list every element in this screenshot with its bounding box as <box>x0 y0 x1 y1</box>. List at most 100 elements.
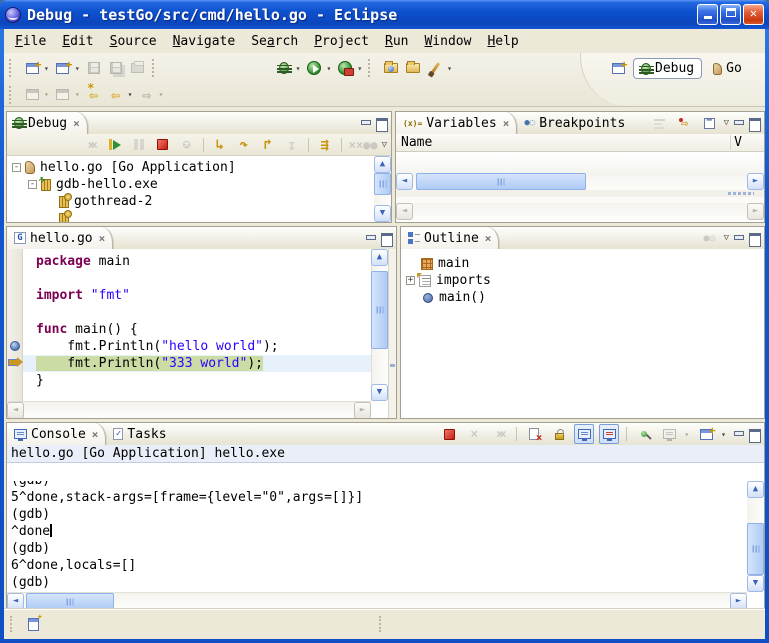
external-tools-dropdown[interactable] <box>357 64 362 73</box>
expand-icon[interactable]: + <box>406 276 415 285</box>
console-line[interactable]: 5^done,stack-args=[frame={level="0",args… <box>11 489 747 506</box>
scroll-right-icon[interactable]: ► <box>747 173 764 190</box>
pin-console-button[interactable] <box>634 424 654 444</box>
variables-h-scrollbar[interactable]: ◄ ► <box>396 173 764 190</box>
outline-minimize-button[interactable] <box>732 233 745 244</box>
code-line[interactable] <box>36 270 371 287</box>
debug-tab-close-icon[interactable] <box>73 117 80 130</box>
menu-project[interactable]: Project <box>307 32 376 51</box>
menu-window[interactable]: Window <box>417 32 478 51</box>
menu-help[interactable]: Help <box>480 32 525 51</box>
forward-button[interactable]: ⇨ <box>136 85 156 105</box>
show-type-names-button[interactable] <box>650 113 670 133</box>
step-over-button[interactable]: ↷ <box>234 135 254 155</box>
use-step-filters-button[interactable]: ⇶ <box>315 135 335 155</box>
save-button[interactable] <box>84 58 104 78</box>
suspend-button[interactable] <box>129 135 149 155</box>
editor-maximize-button[interactable] <box>380 233 393 244</box>
collapse-icon[interactable]: - <box>28 180 37 189</box>
previous-annotation-button[interactable] <box>53 85 73 105</box>
step-return-button[interactable]: ↱ <box>258 135 278 155</box>
tab-hello-go[interactable]: G hello.go <box>7 227 113 249</box>
details-h-scrollbar[interactable]: ◄ ► <box>396 203 764 220</box>
editor-h-scrollbar[interactable]: ◄ ► <box>7 401 371 418</box>
menu-search[interactable]: Search <box>244 32 305 51</box>
display-console-dropdown[interactable] <box>684 430 689 439</box>
console-line[interactable]: (gdb) <box>11 574 747 591</box>
tree-row[interactable]: main <box>401 255 764 272</box>
menu-navigate[interactable]: Navigate <box>166 32 243 51</box>
debug-view-more-button[interactable]: ●● <box>348 135 379 155</box>
tab-tasks[interactable]: ✓ Tasks <box>106 423 173 445</box>
console-h-scrollbar[interactable]: ◄ ► <box>7 592 747 609</box>
editor-minimize-button[interactable] <box>364 233 377 244</box>
show-stdout-button[interactable] <box>574 424 594 444</box>
scroll-up-icon[interactable]: ▲ <box>747 481 764 498</box>
outline-maximize-button[interactable] <box>748 233 761 244</box>
drop-to-frame-button[interactable]: ↧ <box>282 135 302 155</box>
maximize-button[interactable] <box>720 4 741 25</box>
open-type-button[interactable] <box>381 58 401 78</box>
toolbar-grip[interactable] <box>368 59 375 77</box>
toolbar-grip[interactable] <box>152 59 159 77</box>
editor-vertical-scrollbar[interactable]: ▲ ▼ <box>371 249 388 401</box>
variables-minimize-button[interactable] <box>732 118 745 129</box>
console-terminate-button[interactable] <box>439 424 459 444</box>
run-launch-dropdown[interactable] <box>326 64 331 73</box>
previous-annotation-dropdown[interactable] <box>75 90 80 99</box>
variables-column-header[interactable]: Name V <box>396 134 764 152</box>
new-wizard-button[interactable] <box>22 58 42 78</box>
console-output[interactable]: (gdb) 5^done,stack-args=[frame={level="0… <box>7 481 747 592</box>
breakpoint-marker-icon[interactable] <box>10 341 20 351</box>
last-edit-location-button[interactable]: ⇦ <box>84 85 104 105</box>
scroll-right-icon[interactable]: ► <box>730 593 747 609</box>
tree-row[interactable]: -hello.go [Go Application] <box>7 159 374 176</box>
minimize-button[interactable] <box>697 4 718 25</box>
tree-row[interactable]: gothread-2 <box>7 193 374 210</box>
perspective-debug-button[interactable]: Debug <box>633 58 702 79</box>
console-line[interactable]: (gdb) <box>11 481 747 489</box>
variables-tab-close-icon[interactable] <box>503 117 510 130</box>
save-all-button[interactable] <box>106 58 126 78</box>
title-bar[interactable]: Debug - testGo/src/cmd/hello.go - Eclips… <box>0 0 769 29</box>
tree-row[interactable]: +imports <box>401 272 764 289</box>
tab-variables[interactable]: (x)= Variables <box>396 112 517 134</box>
console-line[interactable]: (gdb) <box>11 540 747 557</box>
external-tools-button[interactable] <box>335 58 355 78</box>
close-button[interactable]: ✕ <box>743 4 764 25</box>
menu-source[interactable]: Source <box>103 32 164 51</box>
debug-view-menu-icon[interactable] <box>382 140 387 150</box>
scroll-left-icon[interactable]: ◄ <box>7 593 24 609</box>
debug-maximize-button[interactable] <box>375 118 388 129</box>
remove-launch-button[interactable] <box>464 424 484 444</box>
tab-outline[interactable]: Outline <box>401 227 499 249</box>
variables-details-sash[interactable] <box>396 190 764 197</box>
variables-tree-empty[interactable] <box>396 152 764 173</box>
open-perspective-button[interactable] <box>608 59 628 79</box>
print-button[interactable] <box>128 58 148 78</box>
tab-breakpoints[interactable]: ●◌ Breakpoints <box>517 112 632 134</box>
statusbar-grip[interactable] <box>379 616 385 632</box>
toolbar-grip[interactable] <box>9 59 16 77</box>
collapse-icon[interactable]: - <box>12 163 21 172</box>
tab-console[interactable]: Console <box>7 423 106 445</box>
code-line[interactable]: import "fmt" <box>36 287 371 304</box>
disconnect-button[interactable]: ⎉ <box>177 135 197 155</box>
outline-view-menu-icon[interactable] <box>724 233 729 243</box>
overview-current-line-mark[interactable] <box>390 364 395 367</box>
forward-dropdown[interactable] <box>158 90 163 99</box>
overview-ruler[interactable] <box>388 249 396 418</box>
scroll-up-icon[interactable]: ▲ <box>374 156 391 173</box>
open-resource-button[interactable] <box>403 58 423 78</box>
tab-debug[interactable]: Debug <box>7 112 88 134</box>
menu-file[interactable]: File <box>8 32 53 51</box>
new-wizard-dropdown[interactable] <box>44 64 49 73</box>
code-line[interactable]: } <box>36 372 371 389</box>
scroll-left-icon[interactable]: ◄ <box>396 173 413 190</box>
code-line[interactable] <box>36 304 371 321</box>
next-annotation-dropdown[interactable] <box>44 90 49 99</box>
scroll-up-icon[interactable]: ▲ <box>371 249 388 266</box>
new-project-button[interactable] <box>53 58 73 78</box>
step-into-button[interactable]: ↳ <box>210 135 230 155</box>
tree-row[interactable]: -gdb-hello.exe <box>7 176 374 193</box>
